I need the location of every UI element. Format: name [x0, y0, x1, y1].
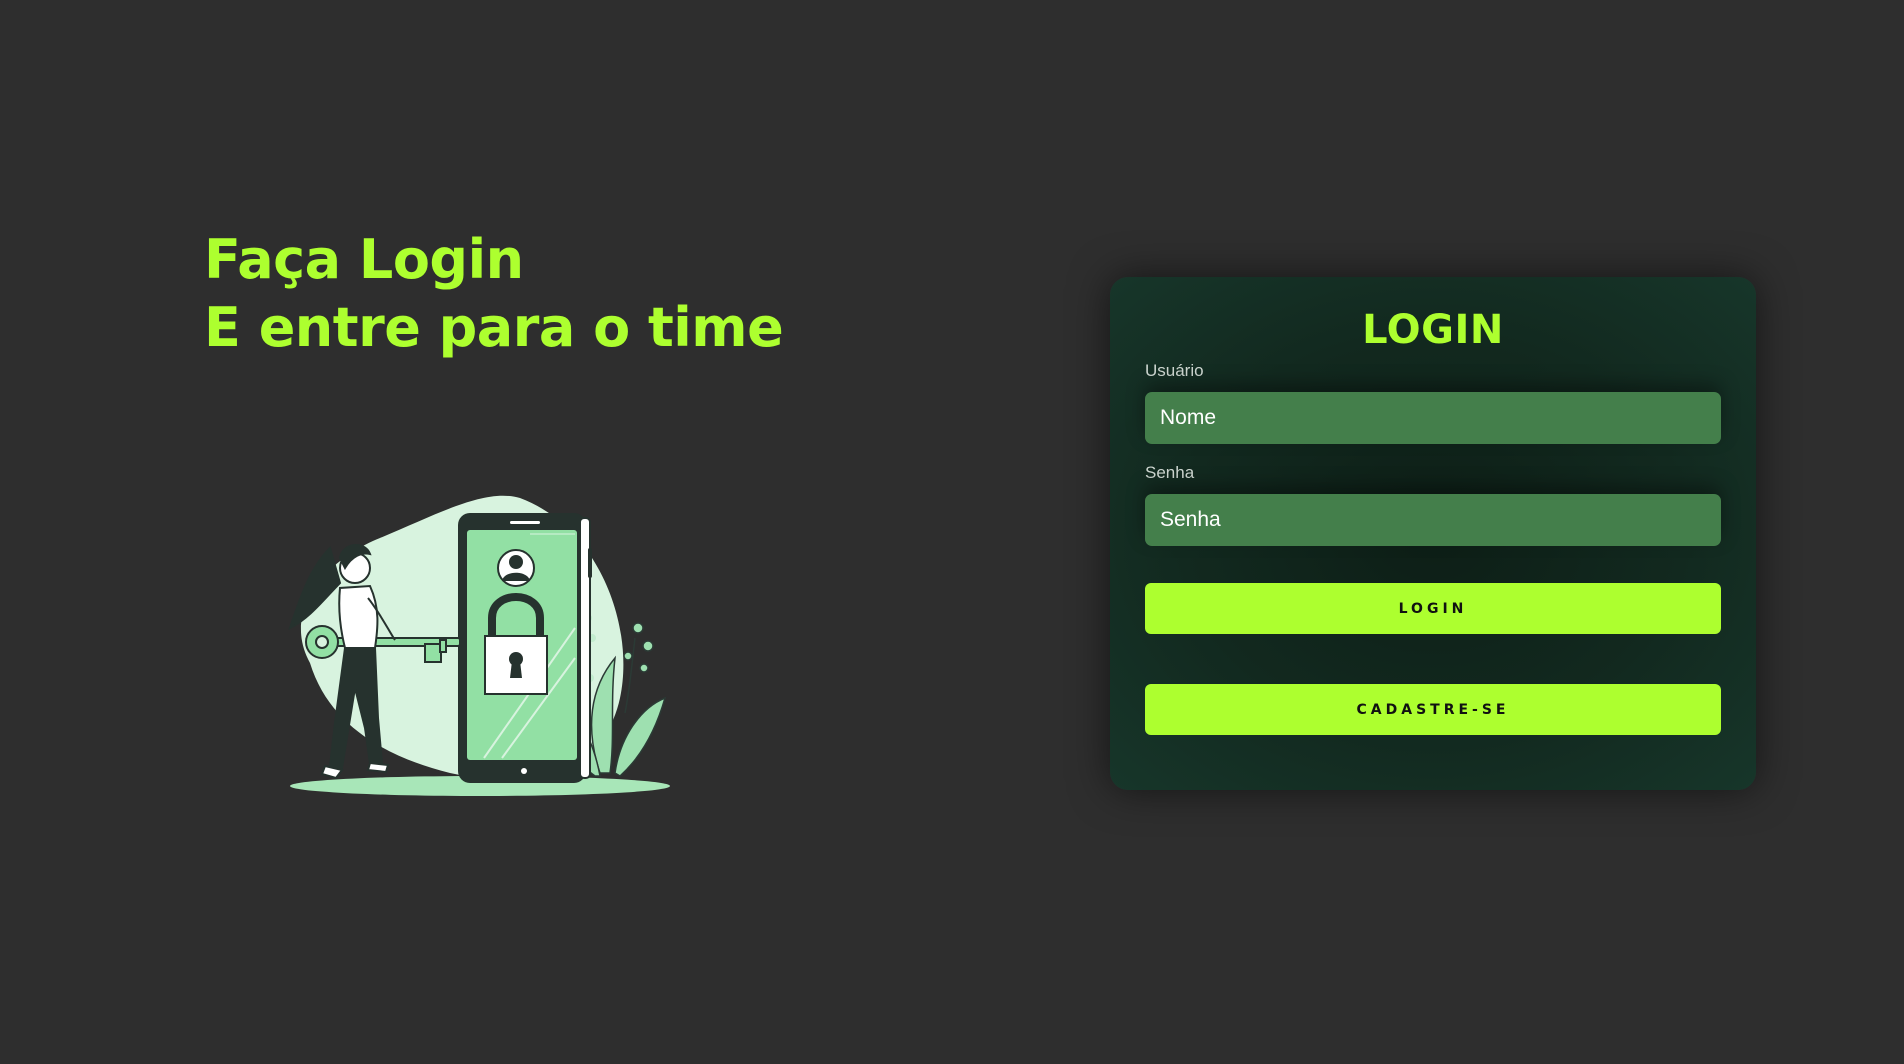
password-label: Senha [1145, 463, 1195, 482]
username-label: Usuário [1145, 361, 1204, 380]
password-input[interactable] [1145, 494, 1721, 546]
login-card-title: LOGIN [1362, 307, 1504, 353]
hero-title-line-2: E entre para o time [204, 296, 784, 359]
login-card: LOGIN Usuário Senha LOGIN CADASTRE-SE [1110, 277, 1756, 790]
username-input[interactable] [1145, 392, 1721, 444]
hero-heading: Faça Login E entre para o time [204, 226, 844, 362]
phone-lock-key-illustration [270, 488, 680, 798]
login-button[interactable]: LOGIN [1145, 583, 1721, 634]
hero-title-line-1: Faça Login [204, 228, 524, 291]
signup-button[interactable]: CADASTRE-SE [1145, 684, 1721, 735]
user-avatar-icon [497, 549, 535, 587]
